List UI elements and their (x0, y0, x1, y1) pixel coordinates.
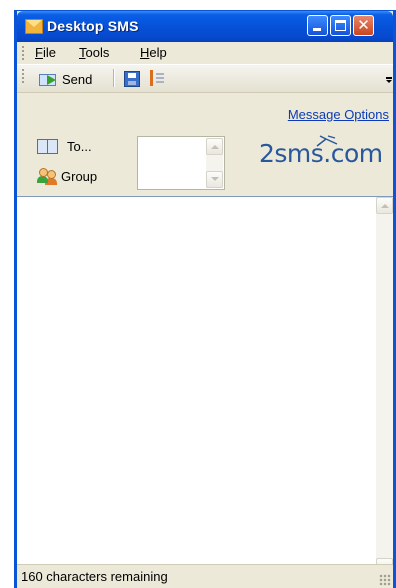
scroll-down-icon[interactable] (206, 171, 223, 188)
to-label: To... (67, 138, 92, 154)
menu-help[interactable]: Help (140, 45, 167, 60)
address-book-icon (37, 139, 58, 154)
scroll-up-icon[interactable] (376, 197, 393, 214)
characters-remaining: 160 characters remaining (21, 569, 168, 584)
recipients-scrollbar[interactable] (206, 138, 223, 188)
scroll-up-icon[interactable] (206, 138, 223, 155)
menu-grip (22, 46, 24, 60)
menu-tools[interactable]: Tools (79, 45, 109, 60)
toolbar-separator (113, 69, 114, 87)
recipients-list[interactable] (137, 136, 225, 190)
to-button[interactable]: To... (37, 136, 92, 156)
maximize-icon (335, 20, 346, 31)
maximize-button[interactable] (330, 15, 351, 36)
toolbar-grip (22, 69, 24, 83)
message-area (17, 196, 393, 575)
menu-bar: File Tools Help (17, 42, 393, 65)
resize-grip-icon[interactable] (379, 574, 391, 586)
list-icon[interactable] (150, 70, 164, 86)
group-button[interactable]: Group (37, 166, 97, 186)
minimize-button[interactable] (307, 15, 328, 36)
envelope-icon (25, 19, 43, 34)
menu-file[interactable]: File (35, 45, 56, 60)
close-icon: ✕ (357, 16, 370, 34)
group-icon (37, 167, 57, 185)
minimize-icon (313, 28, 321, 31)
message-input[interactable] (20, 200, 371, 572)
send-icon (39, 72, 59, 86)
title-bar[interactable]: Desktop SMS ✕ (17, 11, 393, 42)
message-options-link[interactable]: Message Options (288, 107, 389, 122)
send-button[interactable]: Send (39, 69, 92, 89)
window-title: Desktop SMS (47, 18, 139, 34)
message-scrollbar[interactable] (376, 197, 393, 575)
send-label: Send (62, 71, 93, 87)
status-bar: 160 characters remaining (17, 564, 393, 588)
group-label: Group (61, 168, 98, 184)
close-button[interactable]: ✕ (353, 15, 374, 36)
toolbar-overflow-icon[interactable] (386, 77, 393, 83)
save-icon[interactable] (124, 71, 140, 87)
desktop-sms-window: Desktop SMS ✕ File Tools Help Send Messa… (14, 10, 396, 588)
recipients-panel: Message Options To... Group 2sms.com (17, 93, 393, 195)
2sms-logo: 2sms.com (259, 135, 383, 179)
toolbar: Send (17, 65, 393, 93)
logo-swoosh-icon (316, 135, 338, 147)
